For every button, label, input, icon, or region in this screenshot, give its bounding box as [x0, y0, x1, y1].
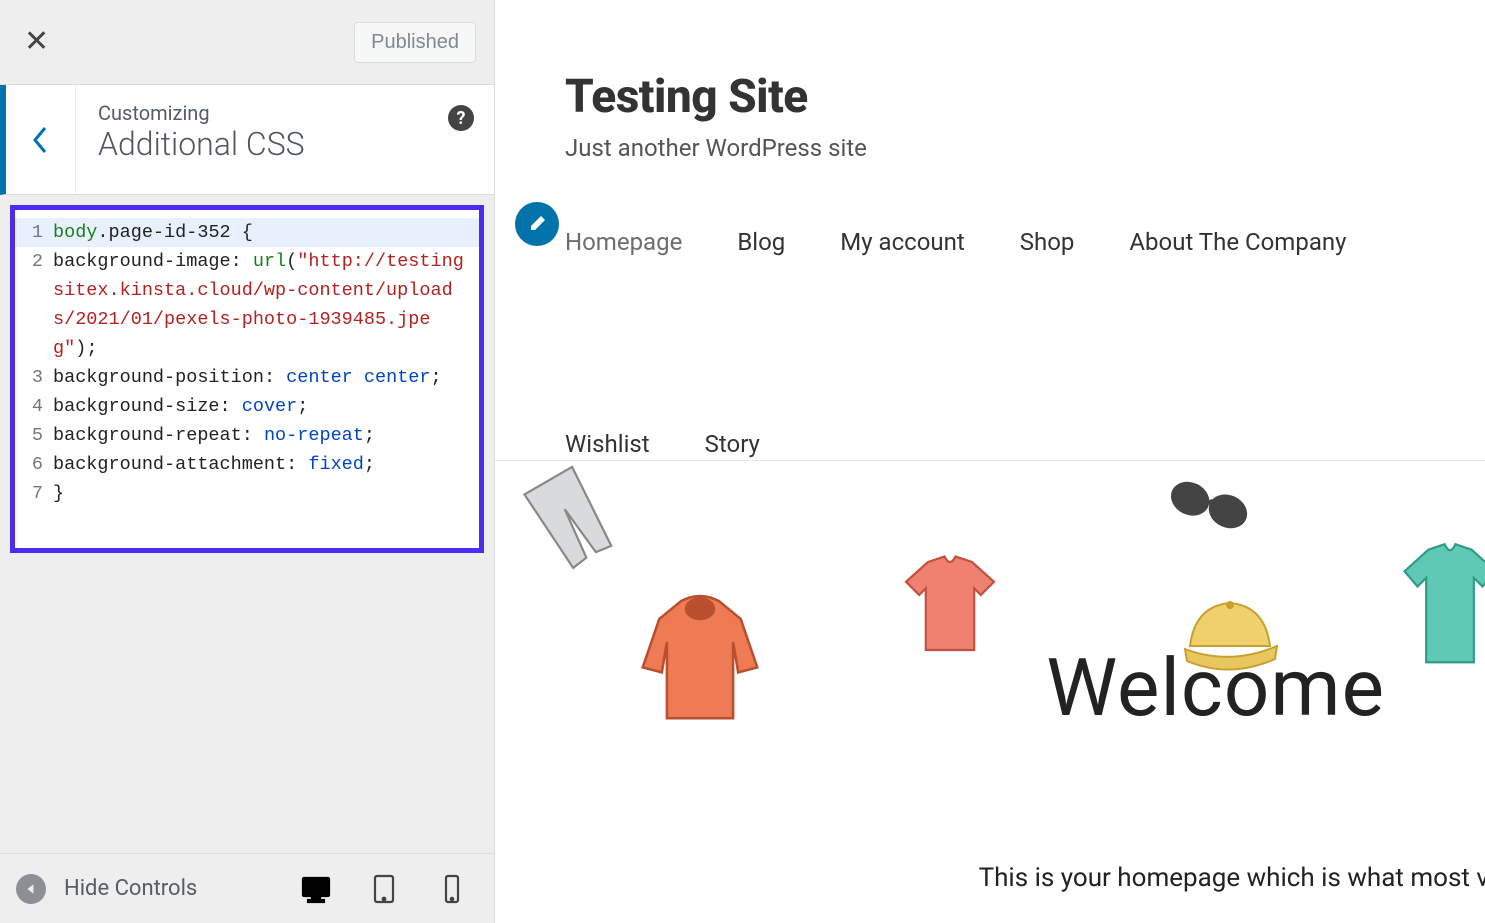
hero-section: Welcome This is your homepage which is w…: [495, 460, 1485, 923]
pencil-icon: [527, 214, 547, 234]
customizer-panel: ✕ Published Customizing Additional CSS ?…: [0, 0, 495, 923]
panel-header: Customizing Additional CSS ?: [0, 85, 494, 195]
hero-subtext: This is your homepage which is what most…: [979, 863, 1485, 893]
line-number: 4: [15, 392, 53, 421]
collapse-icon[interactable]: [16, 874, 46, 904]
back-button[interactable]: [6, 85, 76, 194]
hoodie-illustration: [635, 591, 765, 731]
site-tagline: Just another WordPress site: [565, 134, 1485, 162]
line-number: 6: [15, 450, 53, 479]
tshirt-red-illustration: [895, 551, 1005, 661]
nav-item[interactable]: Blog: [737, 228, 785, 256]
help-icon[interactable]: ?: [448, 105, 474, 131]
chevron-left-icon: [31, 124, 51, 156]
code-line[interactable]: 6background-attachment: fixed;: [15, 450, 479, 479]
close-icon[interactable]: ✕: [18, 21, 55, 63]
nav-item[interactable]: Story: [705, 430, 760, 458]
device-tablet-icon[interactable]: [368, 873, 400, 905]
tshirt-teal-illustration: [1395, 541, 1485, 671]
site-preview: Testing Site Just another WordPress site…: [495, 0, 1485, 923]
hide-controls-button[interactable]: Hide Controls: [64, 876, 197, 901]
line-number: 1: [15, 218, 53, 247]
css-editor[interactable]: 1body.page-id-352 {2background-image: ur…: [10, 205, 484, 553]
code-content[interactable]: background-repeat: no-repeat;: [53, 421, 387, 450]
hero-heading: Welcome: [1046, 641, 1385, 735]
nav-item[interactable]: Shop: [1020, 228, 1075, 256]
edit-shortcut-button[interactable]: [515, 202, 559, 246]
line-number: 5: [15, 421, 53, 450]
nav-item[interactable]: Wishlist: [565, 430, 650, 458]
line-number: 7: [15, 479, 53, 508]
line-number: 2: [15, 247, 53, 363]
device-desktop-icon[interactable]: [300, 873, 332, 905]
device-mobile-icon[interactable]: [436, 873, 468, 905]
sunglasses-illustration: [1157, 460, 1264, 549]
code-line[interactable]: 1body.page-id-352 {: [15, 218, 479, 247]
code-line[interactable]: 2background-image: url("http://testingsi…: [15, 247, 479, 363]
panel-footer: Hide Controls: [0, 853, 494, 923]
primary-nav: Homepage Blog My account Shop About The Comp…: [565, 228, 1445, 458]
code-content[interactable]: background-attachment: fixed;: [53, 450, 387, 479]
code-content[interactable]: body.page-id-352 {: [53, 218, 265, 247]
code-content[interactable]: }: [53, 479, 76, 508]
pants-illustration: [496, 460, 655, 594]
customizing-label: Customizing: [98, 101, 472, 125]
site-title[interactable]: Testing Site: [565, 70, 1485, 124]
nav-item[interactable]: Homepage: [565, 228, 682, 256]
nav-item[interactable]: My account: [840, 228, 964, 256]
code-content[interactable]: background-image: url("http://testingsit…: [53, 247, 479, 363]
code-line[interactable]: 7}: [15, 479, 479, 508]
code-line[interactable]: 3background-position: center center;: [15, 363, 479, 392]
device-switcher: [300, 873, 478, 905]
line-number: 3: [15, 363, 53, 392]
code-content[interactable]: background-size: cover;: [53, 392, 320, 421]
code-line[interactable]: 5background-repeat: no-repeat;: [15, 421, 479, 450]
section-title: Additional CSS: [98, 125, 472, 163]
panel-topbar: ✕ Published: [0, 0, 494, 85]
publish-status-button[interactable]: Published: [354, 22, 476, 63]
code-content[interactable]: background-position: center center;: [53, 363, 454, 392]
nav-item[interactable]: About The Company: [1129, 228, 1346, 256]
code-line[interactable]: 4background-size: cover;: [15, 392, 479, 421]
